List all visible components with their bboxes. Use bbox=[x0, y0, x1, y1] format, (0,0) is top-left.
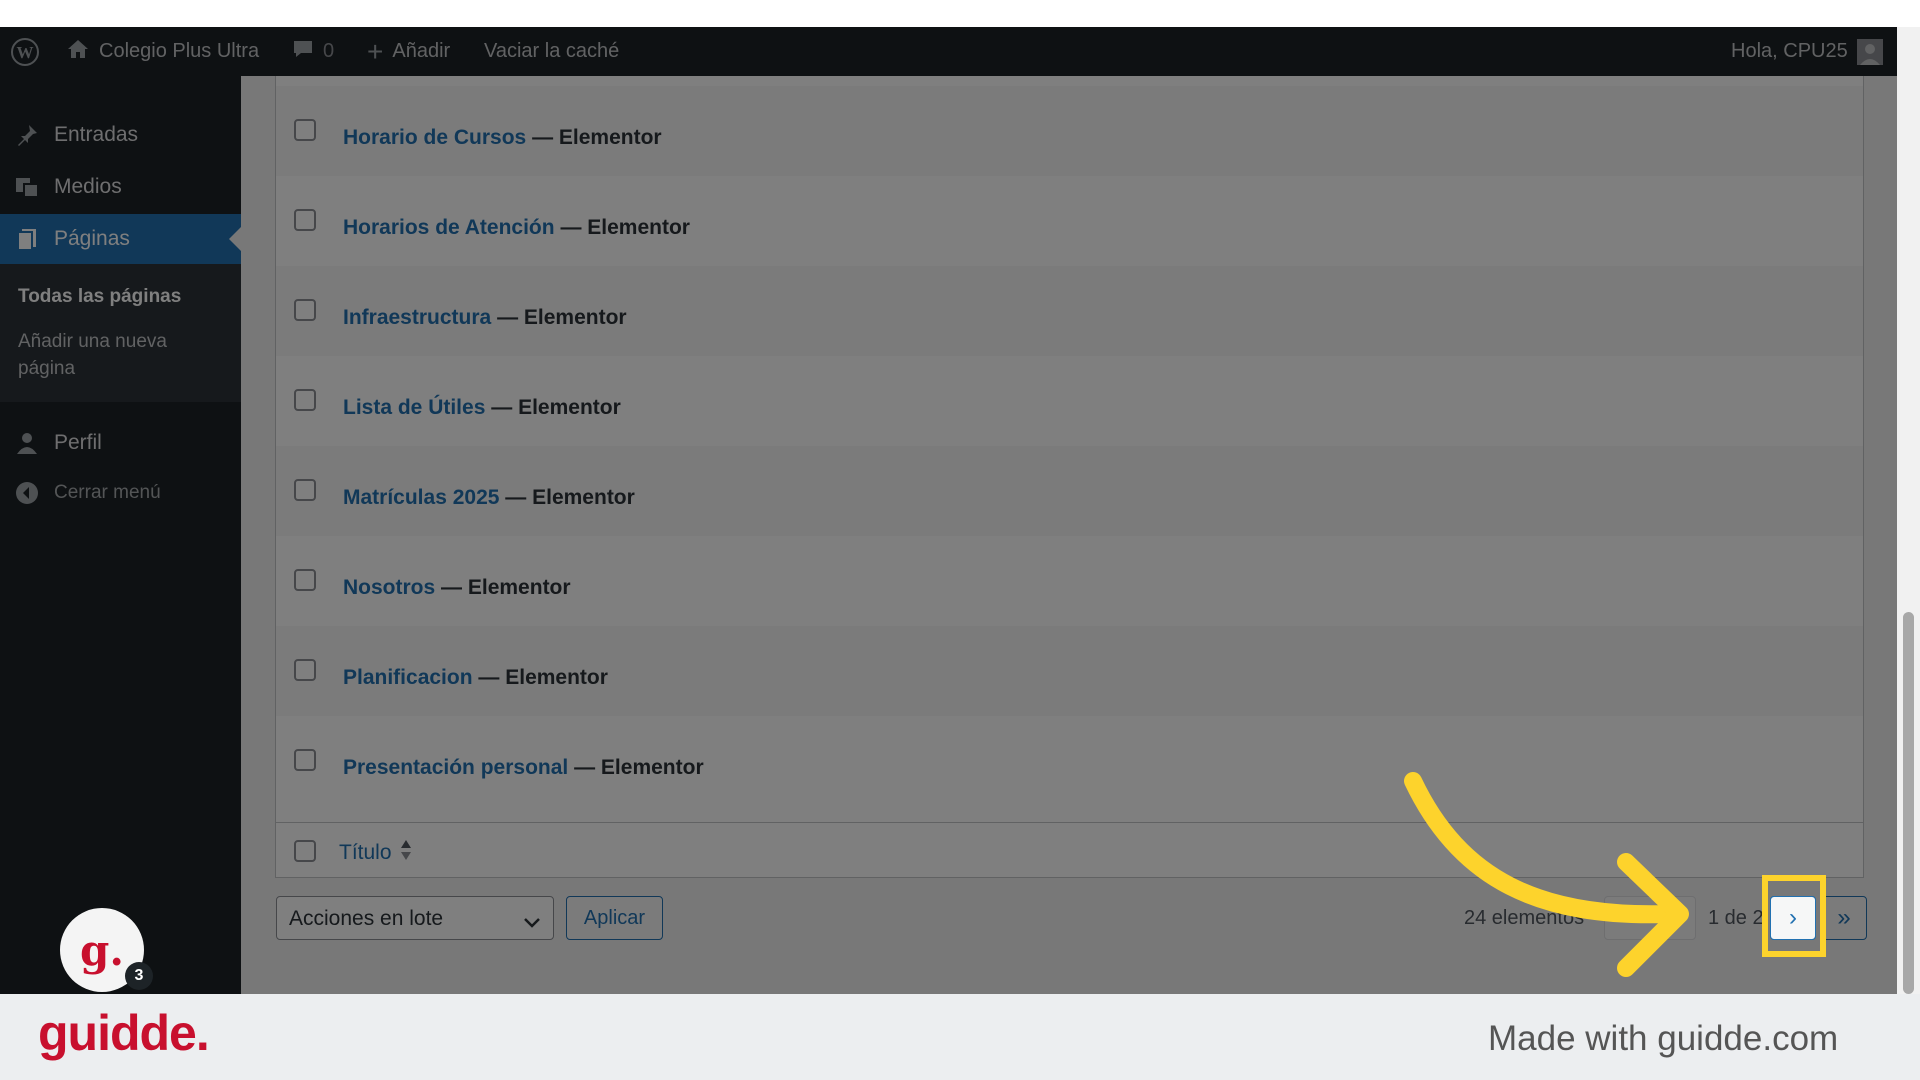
notification-badge: 3 bbox=[125, 962, 153, 990]
avatar-letter: g. bbox=[80, 925, 124, 975]
annotation-arrow-icon bbox=[1404, 772, 1689, 977]
